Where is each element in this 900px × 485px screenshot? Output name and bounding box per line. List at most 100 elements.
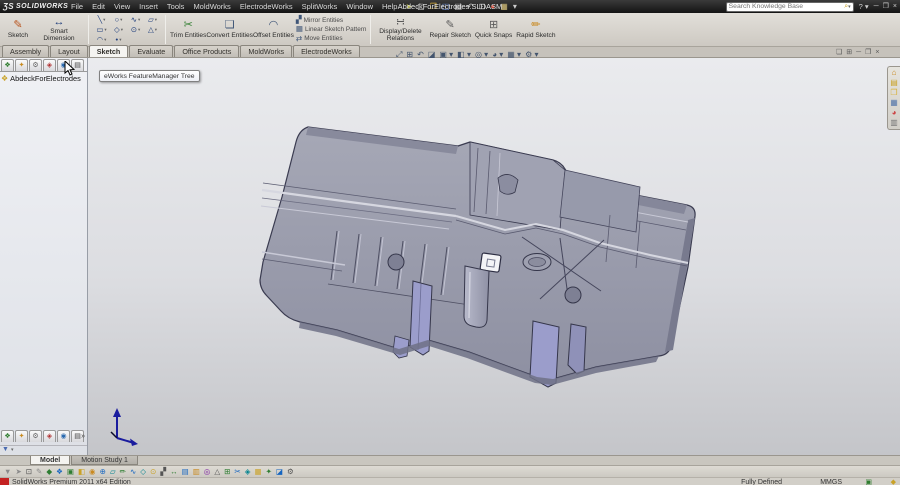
display-style-icon[interactable]: ◧ ▾ [457,51,471,59]
search-input[interactable] [729,3,845,11]
cascade-window-icon[interactable]: ❏ [836,49,842,56]
display-delete-relations-button[interactable]: ∺ Display/Delete Relations [375,14,425,46]
ellipse-tool-icon[interactable]: ⊙▾ [127,26,144,34]
view-palette-icon[interactable]: ▦ [890,99,898,107]
filter-block-icon[interactable]: ▦ [255,468,262,476]
rectangle-tool-icon[interactable]: ▭▾ [93,26,110,34]
convert-entities-button[interactable]: ❏ Convert Entities [206,14,253,46]
filter-dimension-icon[interactable]: ↔ [170,468,178,476]
quick-tips-icon[interactable]: ◆ [891,478,896,485]
restore-button[interactable]: ❐ [883,3,889,10]
ribbon-tab[interactable]: Layout [50,45,88,57]
view-orientation-icon[interactable]: ▣ ▾ [439,51,453,59]
ribbon-tab[interactable]: MoldWorks [240,45,292,57]
mirror-entities-button[interactable]: ▞ Mirror Entities [296,16,367,24]
circle-tool-icon[interactable]: ○▾ [110,16,127,24]
featuremanager-tree-tab[interactable]: ❖ [1,430,14,442]
menu-item[interactable]: MoldWorks [193,2,230,11]
filter-centerline-icon[interactable]: ▞ [160,468,166,476]
repair-sketch-button[interactable]: ✎ Repair Sketch [429,14,470,46]
tree-filter-bar[interactable]: ▼ ▾ [0,445,87,453]
tab-overflow-button[interactable]: » [80,433,86,440]
filter-note-icon[interactable]: ▥ [193,468,200,476]
polygon-tool-icon[interactable]: △▾ [144,26,161,34]
dimxpertmanager-tab[interactable]: ◈ [43,430,56,442]
pointer-filter-icon[interactable]: ➤ [15,468,21,476]
filter-route-icon[interactable]: ◪ [276,468,283,476]
filter-balloon-icon[interactable]: ◎ [204,468,211,476]
propertymanager-tab[interactable]: ✦ [15,59,28,71]
filter-sketch-icon[interactable]: ✏ [120,468,126,476]
hide-show-items-icon[interactable]: ◎ ▾ [475,51,488,59]
dimxpertmanager-tab[interactable]: ◈ [43,59,56,71]
restore-doc-button[interactable]: ❐ [865,49,871,56]
previous-view-icon[interactable]: ↶ [417,51,424,59]
minimize-doc-button[interactable]: ─ [856,49,861,56]
quick-snaps-button[interactable]: ⊞ Quick Snaps [475,14,512,46]
sketch-button[interactable]: ✎ Sketch [2,14,34,46]
configurationmanager-tab[interactable]: ⚙ [29,59,42,71]
sketch-picture-tool-icon[interactable]: ▱▾ [144,16,161,24]
smart-dimension-button[interactable]: ↔ Smart Dimension [34,14,84,46]
design-library-icon[interactable]: ▤ [890,79,898,87]
filter-annotation-icon[interactable]: ▤ [182,468,189,476]
move-entities-button[interactable]: ⇄ Move Entities [296,35,367,43]
filter-funnel-icon[interactable]: ▼ [4,468,11,476]
filter-surface-finish-icon[interactable]: ✂ [234,468,240,476]
study-tab[interactable]: Model [30,456,70,465]
filter-axis-icon[interactable]: ⊕ [100,468,106,476]
trim-entities-button[interactable]: ✂ Trim Entities [170,14,206,46]
filter-funnel-icon[interactable]: ▼ [2,446,9,453]
ribbon-tab[interactable]: Evaluate [129,45,173,57]
ribbon-tab[interactable]: Assembly [2,45,49,57]
filter-faces-icon[interactable]: ▣ [67,468,74,476]
filter-midpoint-icon[interactable]: ◇ [140,468,146,476]
point-tool-icon[interactable]: •▾ [110,36,127,44]
appearances-icon[interactable]: ◕ [892,109,897,117]
filter-cosmetic-thread-icon[interactable]: ◈ [245,468,251,476]
menu-item[interactable]: SplitWorks [302,2,338,11]
search-caret-icon[interactable]: ▾ [848,4,851,10]
custom-properties-icon[interactable]: ▥ [890,119,898,127]
menu-item[interactable]: View [114,2,130,11]
graphics-viewport[interactable]: ⌂ ▤ ❒ ▦ ◕ ▥ [88,58,900,455]
close-button[interactable]: × [893,3,897,10]
filter-surface-icon[interactable]: ◧ [78,468,85,476]
solidworks-resources-icon[interactable]: ⌂ [892,69,897,77]
filter-caret-icon[interactable]: ▾ [11,447,14,453]
arc-tool-icon[interactable]: ◠▾ [93,36,110,44]
offset-entities-button[interactable]: ◠ Offset Entities [253,14,294,46]
search-box[interactable]: ⌕ ▾ [726,2,854,12]
filter-solid-icon[interactable]: ◉ [89,468,96,476]
displaymanager-tab[interactable]: ◉ [57,430,70,442]
menu-item[interactable]: Help [382,2,397,11]
filter-centermark-icon[interactable]: ⊙ [150,468,156,476]
zoom-to-fit-icon[interactable]: ⤢ [396,51,402,59]
select-box-filter-icon[interactable]: ⊡ [26,468,32,476]
unit-system[interactable]: MMGS [820,479,842,485]
close-doc-button[interactable]: × [875,49,879,56]
menu-item[interactable]: ElectrodeWorks [240,2,293,11]
section-view-icon[interactable]: ◪ [428,51,436,59]
linear-sketch-pattern-button[interactable]: ▦ Linear Sketch Pattern [296,25,367,33]
menu-item[interactable]: Tools [167,2,185,11]
propertymanager-tab[interactable]: ✦ [15,430,28,442]
spline-tool-icon[interactable]: ∿▾ [127,16,144,24]
filter-edges-icon[interactable]: ❖ [56,468,63,476]
filter-datum-icon[interactable]: ⊞ [224,468,230,476]
filter-vertices-icon[interactable]: ◆ [46,468,52,476]
filter-plane-icon[interactable]: ▱ [110,468,116,476]
menu-item[interactable]: Window [346,2,373,11]
minimize-button[interactable]: ─ [874,3,879,10]
view-settings-icon[interactable]: ⚙ ▾ [525,51,538,59]
file-explorer-icon[interactable]: ❒ [890,89,897,97]
help-button[interactable]: ? ▾ [859,2,869,11]
tile-window-icon[interactable]: ⊞ [846,49,852,56]
filter-connection-icon[interactable]: ✦ [266,468,272,476]
slot-tool-icon[interactable]: ◇▾ [110,26,127,34]
menu-item[interactable]: Insert [139,2,158,11]
ribbon-tab[interactable]: ElectrodeWorks [293,45,360,57]
ribbon-tab[interactable]: Sketch [89,45,129,57]
options-icon[interactable]: ▾ [513,3,517,11]
configurationmanager-tab[interactable]: ⚙ [29,430,42,442]
